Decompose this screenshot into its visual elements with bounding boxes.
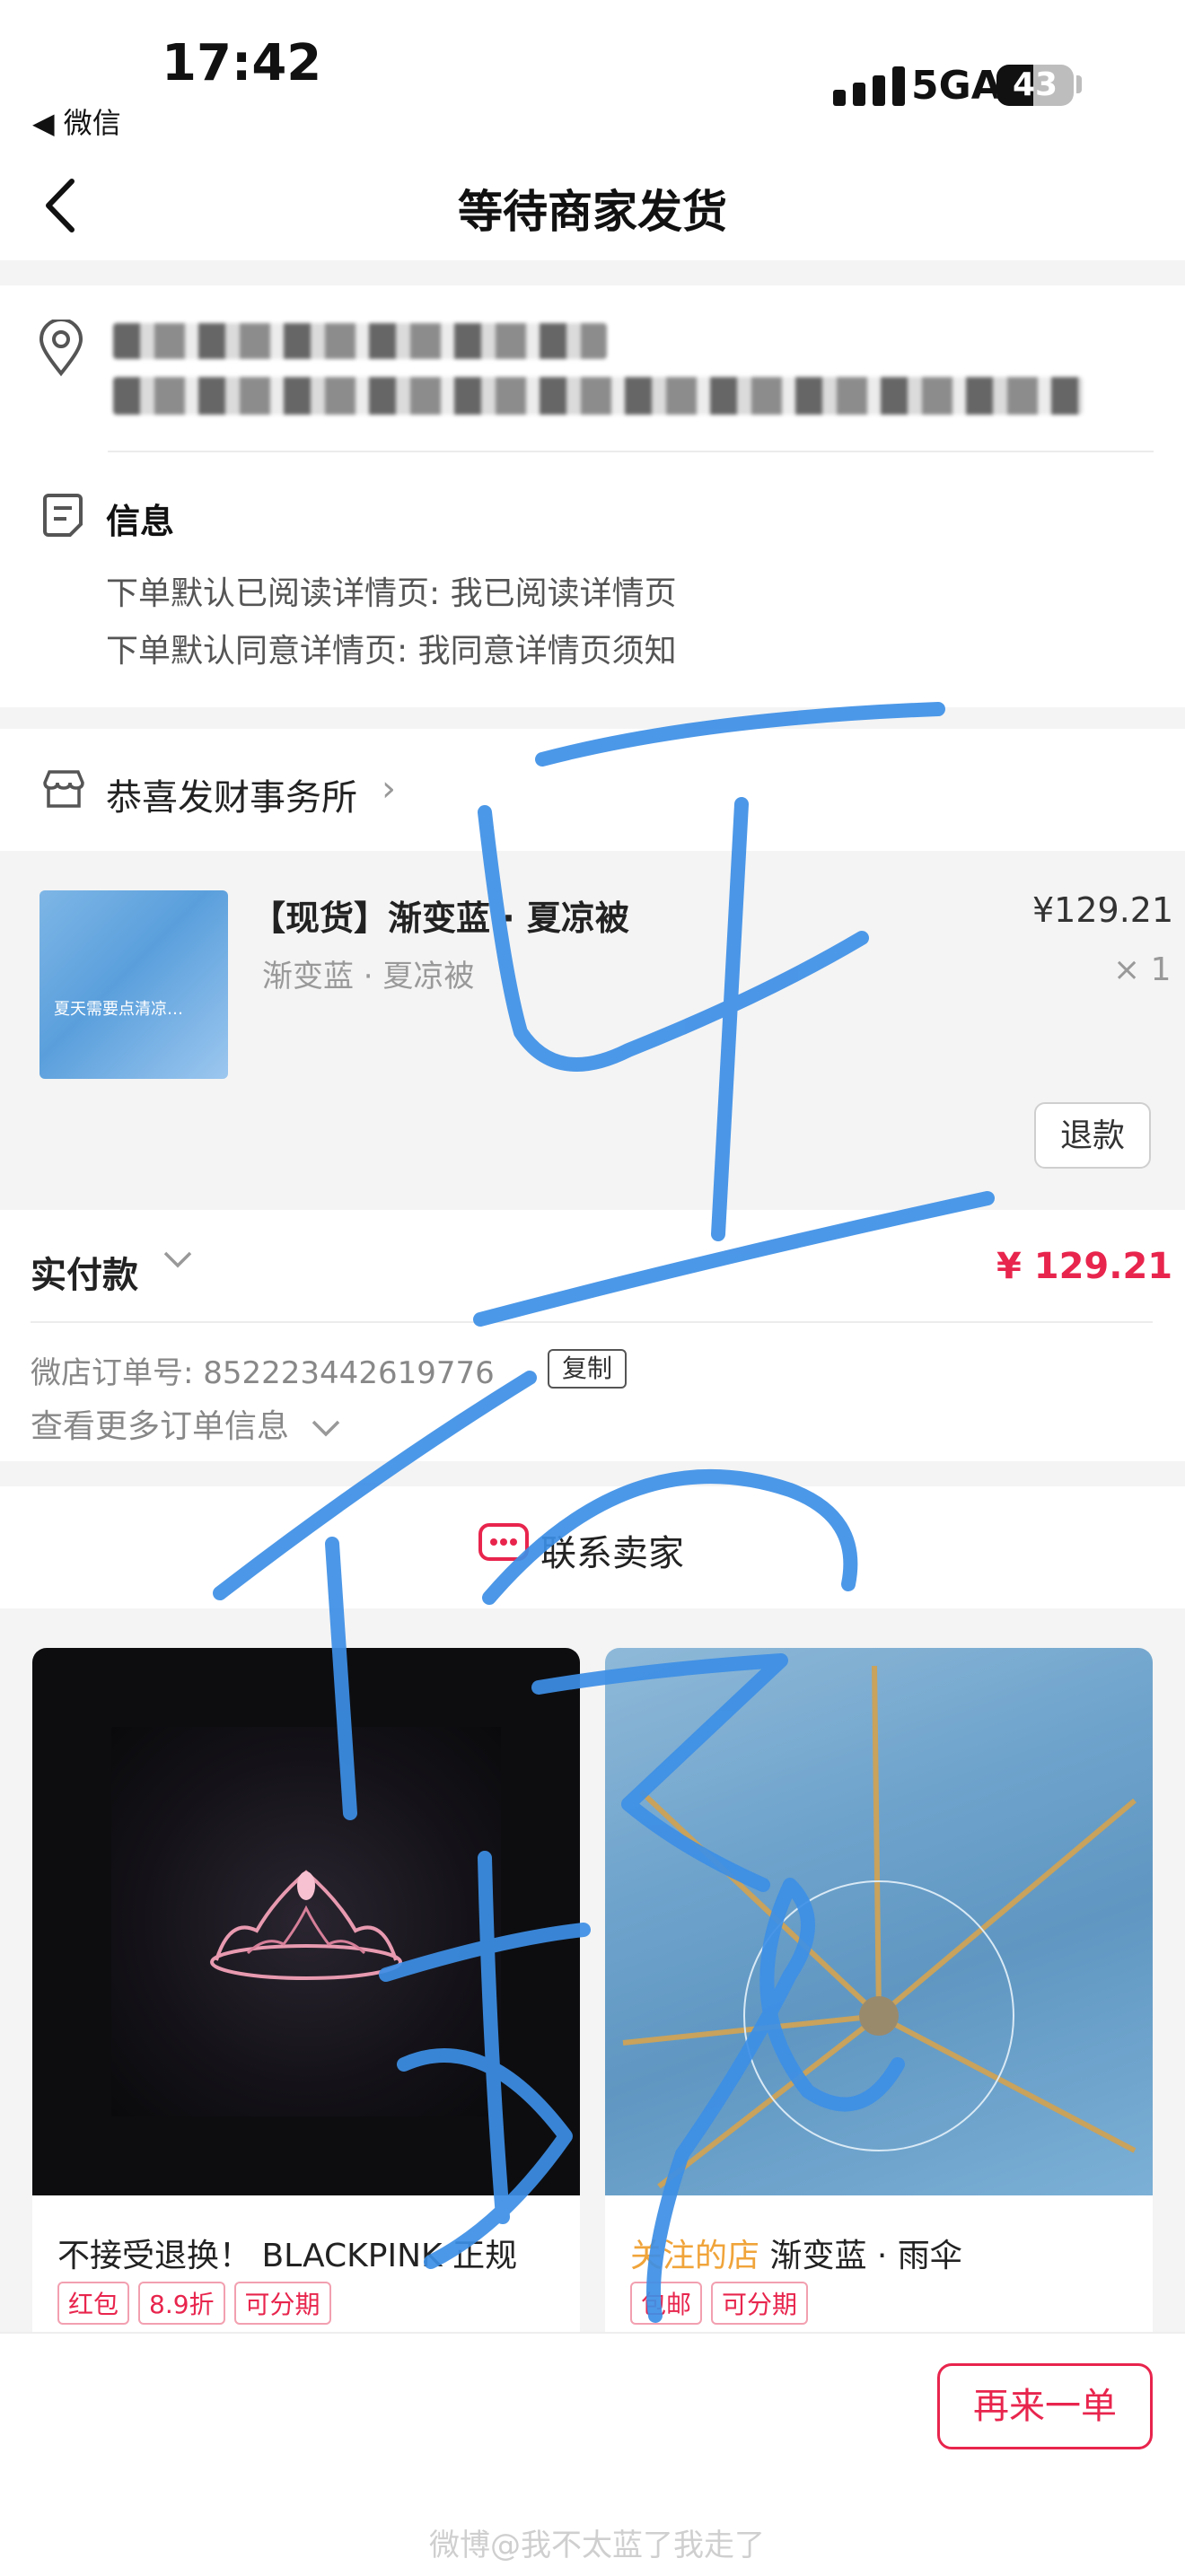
product-thumbnail[interactable]: 夏天需要点清凉… — [40, 890, 228, 1079]
tag: 红包 — [57, 2282, 130, 2325]
shop-icon — [41, 768, 86, 810]
paid-amount-label[interactable]: 实付款 — [31, 1246, 138, 1298]
divider — [108, 451, 1154, 452]
more-order-info-label: 查看更多订单信息 — [31, 1408, 290, 1445]
paid-amount: ¥ 129.21 — [996, 1246, 1173, 1287]
tag: 8.9折 — [138, 2282, 225, 2325]
note-title: 信息 — [106, 502, 175, 541]
divider — [31, 1321, 1153, 1323]
crown-image — [210, 1870, 402, 1980]
chevron-down-icon[interactable] — [160, 1240, 196, 1285]
recommended-product-title: 关注的店 渐变蓝 · 雨伞 — [630, 2230, 962, 2276]
page-title: 等待商家发货 — [458, 186, 727, 238]
tag: 可分期 — [711, 2282, 809, 2325]
chevron-down-icon — [312, 1420, 340, 1437]
tag: 可分期 — [233, 2282, 331, 2325]
battery-level: 43 — [1012, 66, 1058, 103]
more-order-info-link[interactable]: 查看更多订单信息 — [31, 1400, 344, 1447]
product-spec: 渐变蓝 · 夏凉被 — [262, 959, 475, 994]
signal-icon — [833, 66, 923, 106]
recommended-product-card[interactable]: 关注的店 渐变蓝 · 雨伞 包邮 可分期 — [605, 1648, 1153, 2348]
address-detail-redacted — [113, 377, 1083, 415]
refund-button[interactable]: 退款 — [1034, 1102, 1151, 1169]
product-image — [605, 1648, 1153, 2195]
product-image — [32, 1648, 580, 2195]
note-line: 下单默认已阅读详情页: 我已阅读详情页 — [106, 575, 677, 612]
followed-shop-badge: 关注的店 — [630, 2238, 760, 2274]
note-line: 下单默认同意详情页: 我同意详情页须知 — [106, 633, 677, 670]
recommended-product-card[interactable]: 不接受退换！ BLACKPINK 正规 红包 8.9折 可分期 — [32, 1648, 580, 2348]
product-price: ¥129.21 — [1032, 890, 1174, 930]
tag: 包邮 — [630, 2282, 703, 2325]
contact-seller-button[interactable]: 联系卖家 — [540, 1524, 684, 1576]
umbrella-image — [622, 1665, 1137, 2189]
tag-list: 红包 8.9折 可分期 — [57, 2282, 340, 2325]
shop-name[interactable]: 恭喜发财事务所 — [106, 768, 357, 820]
copy-button[interactable]: 复制 — [548, 1349, 627, 1389]
chat-icon — [478, 1522, 530, 1569]
order-number: 微店订单号: 852223442619776 — [31, 1355, 495, 1391]
product-quantity: × 1 — [1113, 951, 1172, 988]
location-pin-icon — [36, 318, 86, 377]
watermark: 微博@我不太蓝了我走了 — [429, 2528, 765, 2563]
note-icon — [41, 492, 84, 539]
status-time: 17:42 — [162, 34, 322, 92]
reorder-button[interactable]: 再来一单 — [937, 2363, 1153, 2449]
chevron-right-icon: › — [382, 768, 396, 810]
recommended-product-name: 渐变蓝 · 雨伞 — [769, 2238, 962, 2274]
back-to-app-link[interactable]: ◀ 微信 — [32, 101, 121, 142]
tag-list: 包邮 可分期 — [630, 2282, 817, 2325]
battery-icon: 43 — [996, 65, 1074, 106]
network-type: 5GA — [911, 63, 1002, 109]
battery-tip — [1076, 75, 1082, 93]
thumbnail-caption: 夏天需要点清凉… — [54, 1000, 183, 1019]
product-title[interactable]: 【现货】渐变蓝 · 夏凉被 — [251, 890, 629, 940]
recommended-product-title: 不接受退换！ BLACKPINK 正规 — [57, 2238, 518, 2274]
address-name-redacted — [113, 323, 607, 359]
